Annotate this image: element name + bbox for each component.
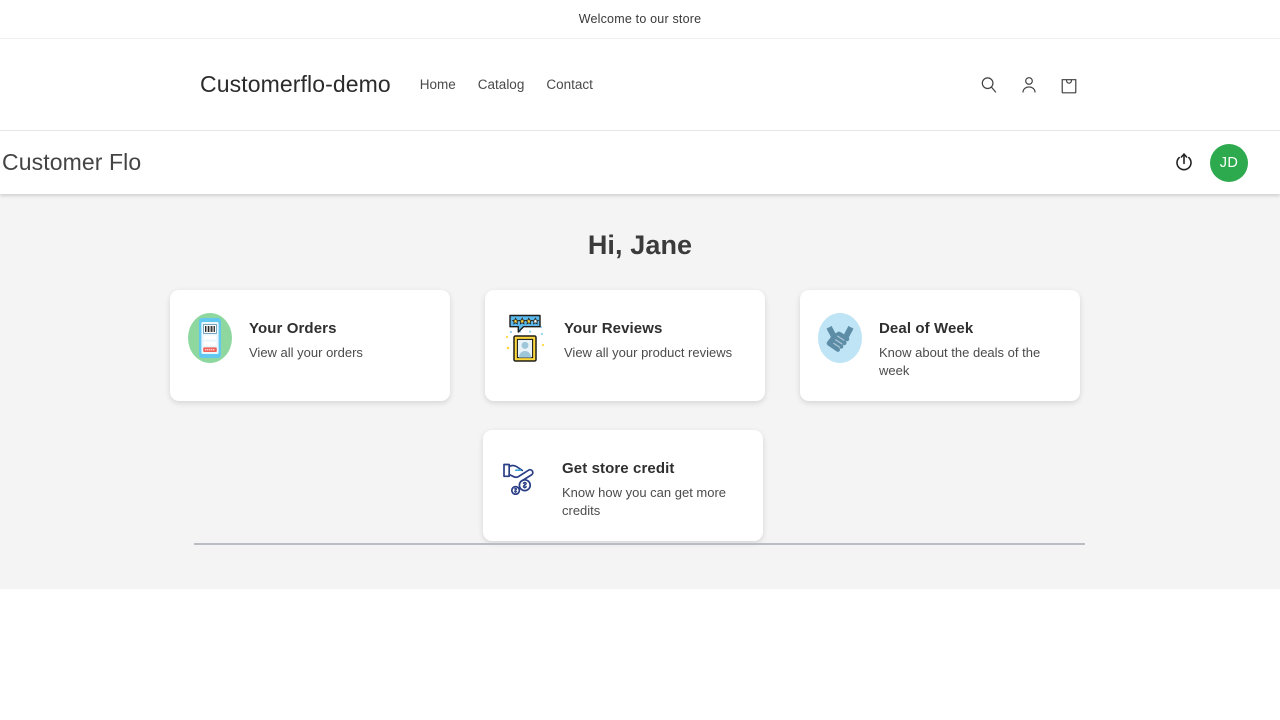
nav-link-home[interactable]: Home	[420, 77, 456, 92]
app-bar-actions: JD	[1172, 144, 1248, 182]
search-icon[interactable]	[978, 74, 1000, 96]
card-title: Get store credit	[562, 460, 734, 477]
content-bottom-divider	[194, 543, 1085, 545]
card-text-block: Your Reviews View all your product revie…	[564, 310, 732, 362]
store-logo[interactable]: Customerflo-demo	[200, 71, 391, 98]
account-icon[interactable]	[1018, 74, 1040, 96]
card-title: Your Orders	[249, 320, 363, 337]
hand-coins-credit-icon	[499, 450, 547, 506]
card-text-block: Deal of Week Know about the deals of the…	[879, 310, 1051, 381]
app-title: Customer Flo	[0, 149, 141, 176]
card-subtitle: View all your product reviews	[564, 344, 732, 362]
user-avatar[interactable]: JD	[1210, 144, 1248, 182]
store-nav: Home Catalog Contact	[420, 77, 593, 92]
card-title: Deal of Week	[879, 320, 1051, 337]
card-get-store-credit[interactable]: Get store credit Know how you can get mo…	[483, 430, 763, 541]
store-header: Customerflo-demo Home Catalog Contact	[0, 39, 1280, 131]
card-title: Your Reviews	[564, 320, 732, 337]
card-subtitle: Know about the deals of the week	[879, 344, 1051, 381]
cart-icon[interactable]	[1058, 74, 1080, 96]
review-stars-person-icon	[501, 310, 549, 366]
handshake-icon	[816, 310, 864, 366]
header-icon-group	[978, 74, 1080, 96]
card-subtitle: Know how you can get more credits	[562, 484, 734, 521]
card-text-block: Your Orders View all your orders	[249, 310, 363, 362]
cards-container: Your Orders View all your orders	[170, 290, 1110, 541]
announcement-bar: Welcome to our store	[0, 0, 1280, 39]
app-bar: Customer Flo JD	[0, 131, 1280, 194]
dashboard-content: Hi, Jane	[0, 194, 1280, 589]
cards-row-1: Your Orders View all your orders	[170, 290, 1110, 401]
nav-link-contact[interactable]: Contact	[546, 77, 593, 92]
page-title: Hi, Jane	[0, 230, 1280, 261]
power-logout-icon[interactable]	[1172, 151, 1196, 175]
card-subtitle: View all your orders	[249, 344, 363, 362]
nav-link-catalog[interactable]: Catalog	[478, 77, 525, 92]
mobile-barcode-order-icon	[186, 310, 234, 366]
card-your-orders[interactable]: Your Orders View all your orders	[170, 290, 450, 401]
card-text-block: Get store credit Know how you can get mo…	[562, 450, 734, 521]
card-deal-of-week[interactable]: Deal of Week Know about the deals of the…	[800, 290, 1080, 401]
cards-row-2: Get store credit Know how you can get mo…	[170, 430, 1110, 541]
card-your-reviews[interactable]: Your Reviews View all your product revie…	[485, 290, 765, 401]
announcement-text: Welcome to our store	[579, 12, 702, 26]
